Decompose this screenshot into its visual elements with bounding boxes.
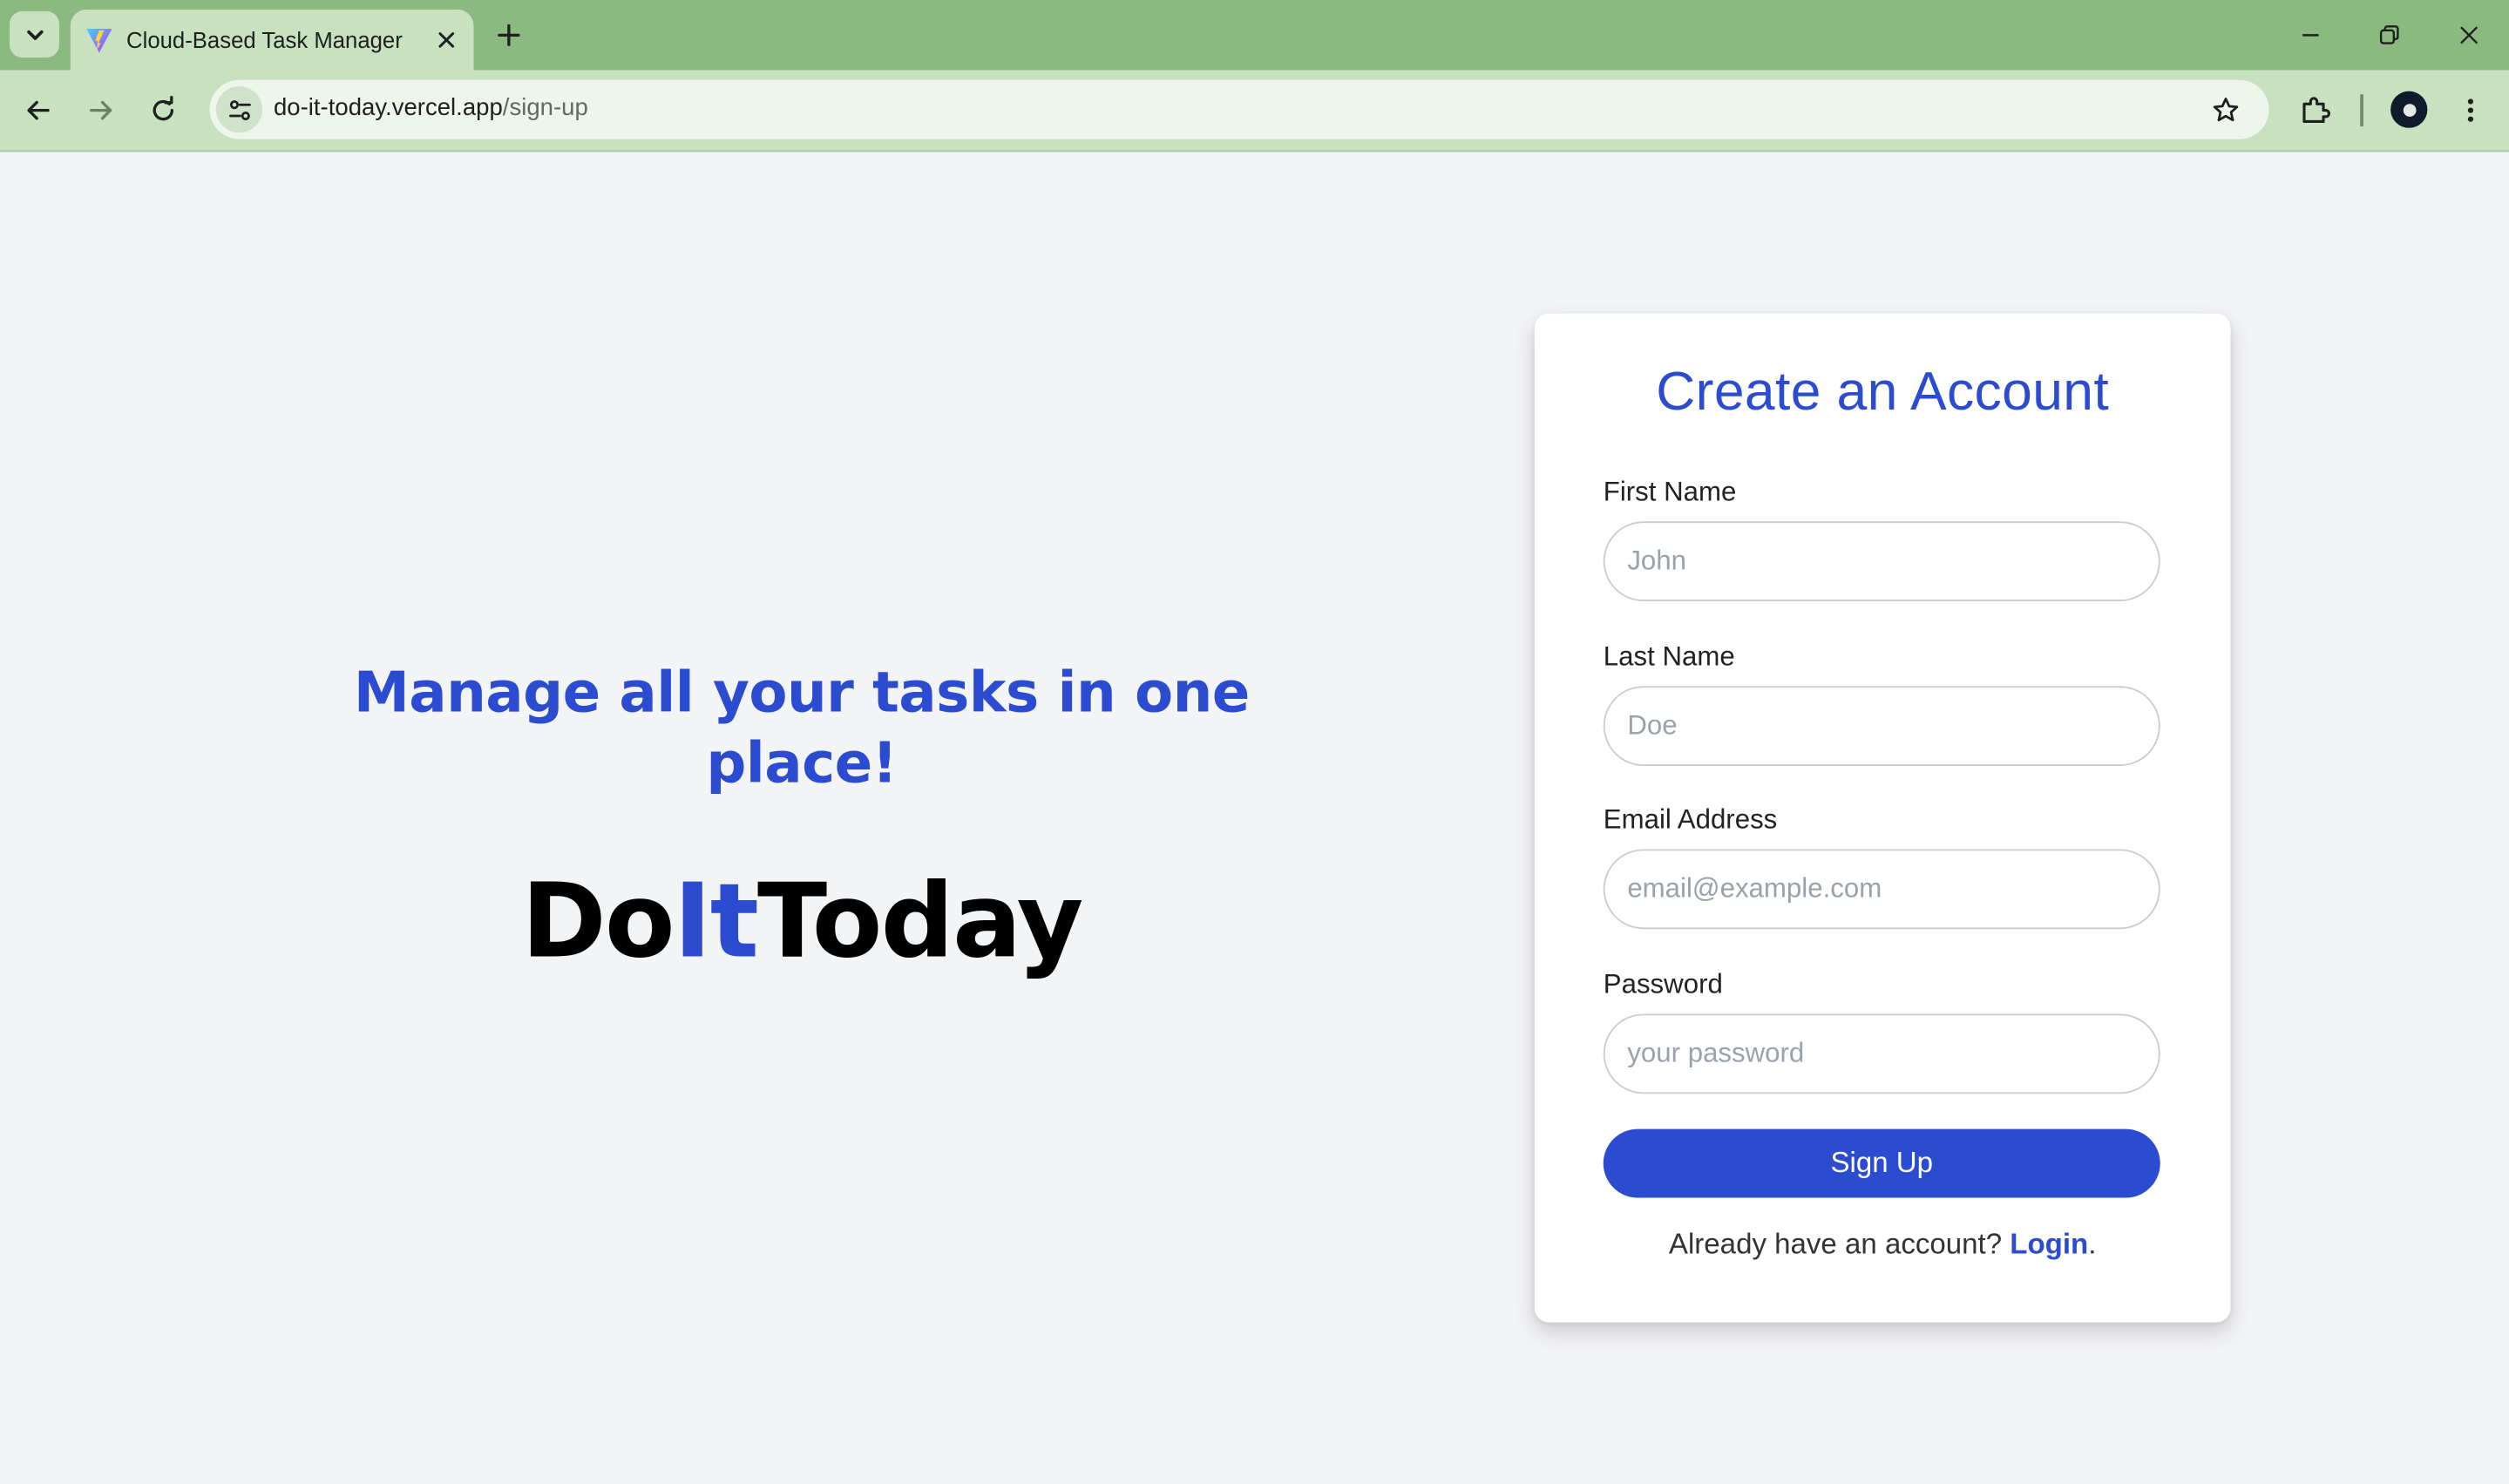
brand-part-it: It xyxy=(673,863,759,982)
forward-button[interactable] xyxy=(77,86,125,134)
plus-icon xyxy=(498,24,520,47)
reload-icon xyxy=(153,96,174,121)
reload-button[interactable] xyxy=(139,86,187,134)
active-tab[interactable]: Cloud-Based Task Manager xyxy=(70,10,474,71)
restore-button[interactable] xyxy=(2367,13,2411,58)
minimize-button[interactable] xyxy=(2289,13,2333,58)
password-label: Password xyxy=(1603,969,1723,999)
chevron-down-icon xyxy=(26,29,43,39)
back-button[interactable] xyxy=(15,86,63,134)
tab-title: Cloud-Based Task Manager xyxy=(126,27,403,53)
url-path: /sign-up xyxy=(502,94,588,122)
url-text: do-it-today.vercel.app/sign-up xyxy=(274,94,588,121)
form-title: Create an Account xyxy=(1656,361,2110,423)
close-window-button[interactable] xyxy=(2446,13,2491,58)
star-icon xyxy=(2213,98,2239,122)
minimize-icon xyxy=(2302,34,2319,37)
close-icon xyxy=(2460,26,2478,44)
password-field[interactable] xyxy=(1603,1013,2160,1094)
brand-part-today: Today xyxy=(757,863,1083,982)
login-prompt: Already have an account? Login. xyxy=(1535,1228,2231,1262)
close-icon xyxy=(438,32,455,48)
tune-icon xyxy=(228,99,250,120)
tab-search-button[interactable] xyxy=(10,10,59,58)
first-name-label: First Name xyxy=(1603,476,1737,507)
url-host: do-it-today.vercel.app xyxy=(273,94,503,122)
arrow-left-icon xyxy=(27,100,50,120)
new-tab-button[interactable] xyxy=(490,16,528,54)
brand-logo-text: DoItToday xyxy=(320,860,1283,985)
address-bar[interactable]: do-it-today.vercel.app/sign-up xyxy=(209,79,2269,139)
login-prompt-text: Already have an account? xyxy=(1668,1228,2011,1261)
avatar-dot xyxy=(2402,103,2416,117)
bookmark-button[interactable] xyxy=(2207,91,2245,130)
browser-toolbar: do-it-today.vercel.app/sign-up xyxy=(0,70,2509,152)
login-link[interactable]: Login xyxy=(2010,1228,2088,1260)
sign-up-button[interactable]: Sign Up xyxy=(1603,1128,2160,1198)
hero-tagline: Manage all your tasks in one place! xyxy=(353,661,1251,796)
email-label: Email Address xyxy=(1603,804,1778,835)
profile-avatar[interactable] xyxy=(2390,91,2428,128)
last-name-label: Last Name xyxy=(1603,640,1735,672)
last-name-field[interactable] xyxy=(1603,686,2160,767)
browser-window: Cloud-Based Task Manager do-it-today.ver… xyxy=(0,0,2509,1484)
site-info-button[interactable] xyxy=(215,86,263,133)
tab-strip: Cloud-Based Task Manager xyxy=(0,0,2509,71)
brand-part-do: Do xyxy=(521,863,675,982)
more-vert-icon xyxy=(2467,98,2474,122)
vite-logo-icon xyxy=(86,29,112,53)
signup-card: Create an Account First Name Last Name E… xyxy=(1534,313,2231,1323)
tab-close-button[interactable] xyxy=(429,23,464,58)
login-suffix: . xyxy=(2088,1228,2097,1261)
email-field[interactable] xyxy=(1603,849,2160,930)
toolbar-divider xyxy=(2360,94,2363,126)
arrow-right-icon xyxy=(90,100,112,120)
restore-icon xyxy=(2379,25,2399,44)
first-name-field[interactable] xyxy=(1603,521,2160,601)
chrome-menu-button[interactable] xyxy=(2446,86,2494,134)
puzzle-icon xyxy=(2302,97,2330,124)
extensions-button[interactable] xyxy=(2291,86,2339,134)
